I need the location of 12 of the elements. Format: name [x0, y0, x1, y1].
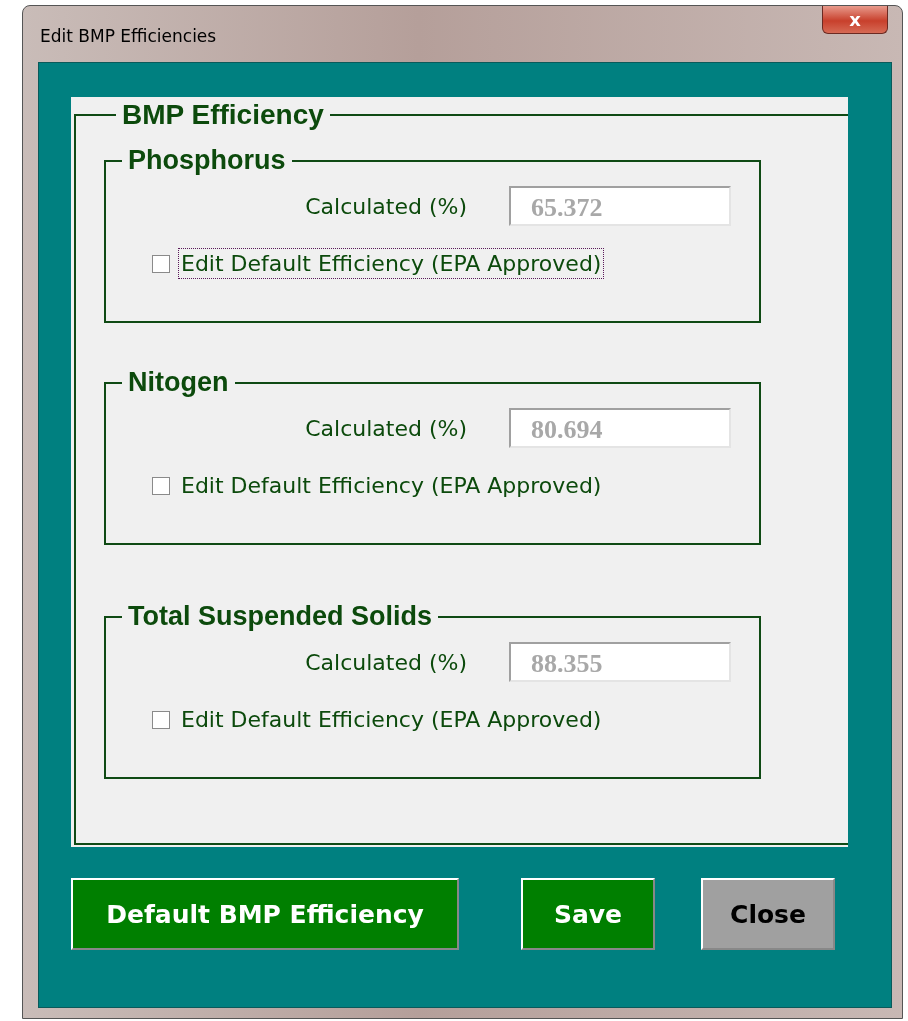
field-label: Calculated (%)	[305, 193, 467, 219]
field-label: Calculated (%)	[305, 415, 467, 441]
group-title: Total Suspended Solids	[127, 601, 434, 632]
dialog-button[interactable]: Default BMP Efficiency	[71, 878, 459, 950]
group-title: Phosphorus	[127, 145, 287, 176]
window-close-button[interactable]: x	[822, 6, 888, 34]
dialog-button[interactable]: Save	[521, 878, 655, 950]
group-title: Nitogen	[127, 367, 230, 398]
window-title: Edit BMP Efficiencies	[40, 26, 217, 46]
field-label: Calculated (%)	[305, 649, 467, 675]
dialog-button[interactable]: Close	[701, 878, 835, 950]
group-title: BMP Efficiency	[121, 99, 325, 131]
